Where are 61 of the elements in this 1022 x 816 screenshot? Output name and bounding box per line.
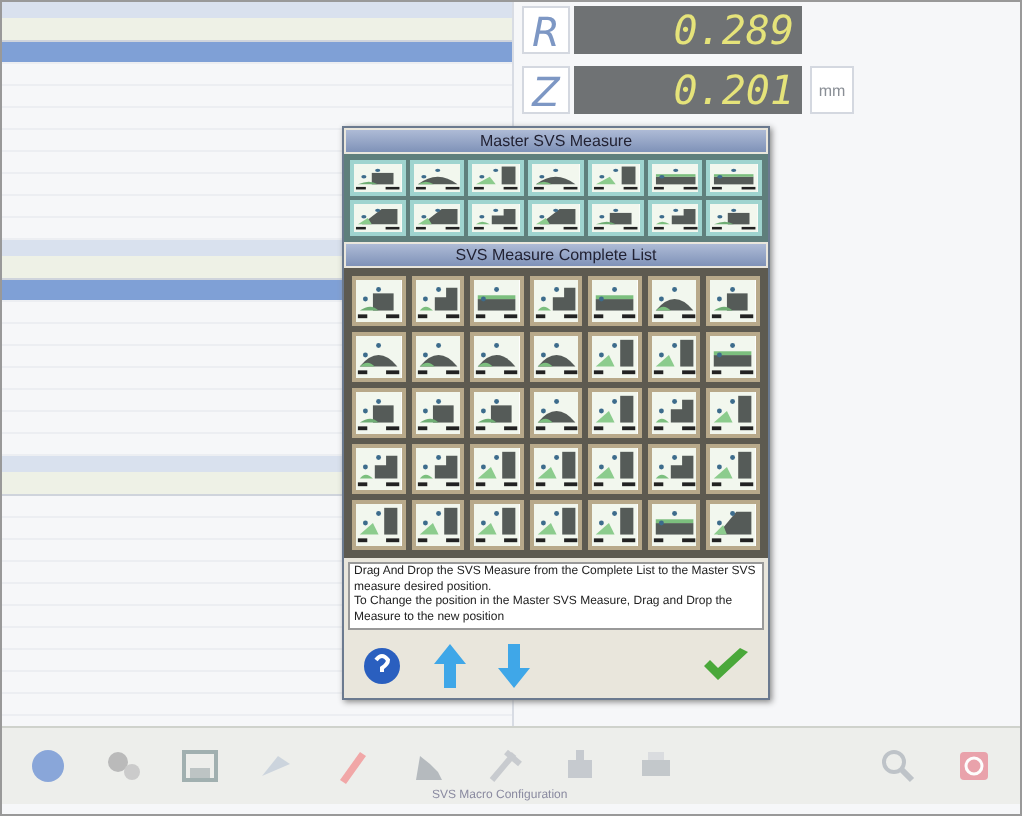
- measure-thumbnail[interactable]: [352, 388, 406, 438]
- measure-thumbnail[interactable]: [411, 332, 465, 382]
- position-readout: 0.201: [574, 66, 802, 114]
- measure-thumbnail[interactable]: [409, 160, 465, 196]
- measure-thumbnail[interactable]: [411, 500, 465, 550]
- measure-thumbnail[interactable]: [647, 332, 701, 382]
- measure-thumbnail[interactable]: [706, 200, 762, 236]
- measure-thumbnail[interactable]: [587, 160, 644, 196]
- measure-thumbnail[interactable]: [588, 444, 642, 494]
- measure-thumbnail[interactable]: [411, 388, 465, 438]
- measure-thumbnail[interactable]: [470, 500, 524, 550]
- floppy-icon: [178, 744, 222, 788]
- measure-thumbnail[interactable]: [706, 444, 760, 494]
- measure-thumbnail[interactable]: [352, 276, 406, 326]
- measure-thumbnail[interactable]: [706, 276, 760, 326]
- measure-thumbnail[interactable]: [352, 500, 406, 550]
- unit-button[interactable]: mm: [810, 66, 854, 114]
- measure-thumbnail[interactable]: [588, 388, 642, 438]
- measure-thumbnail[interactable]: [588, 500, 642, 550]
- measure-thumbnail[interactable]: [350, 160, 406, 196]
- axis-label: R: [522, 6, 570, 54]
- measure-thumbnail[interactable]: [647, 160, 703, 196]
- measure-thumbnail[interactable]: [470, 388, 524, 438]
- search-icon: [876, 744, 920, 788]
- measure-thumbnail[interactable]: [411, 444, 465, 494]
- arrow-up-icon: [432, 642, 468, 690]
- measure-thumbnail[interactable]: [528, 200, 584, 236]
- measure-thumbnail[interactable]: [529, 276, 583, 326]
- measure-thumbnail[interactable]: [706, 332, 760, 382]
- measure-thumbnail[interactable]: [587, 200, 644, 236]
- measure-thumbnail[interactable]: [352, 444, 406, 494]
- measure-thumbnail[interactable]: [647, 444, 701, 494]
- measure-thumbnail[interactable]: [470, 276, 524, 326]
- measure-thumbnail[interactable]: [706, 160, 762, 196]
- measure-thumbnail[interactable]: [529, 332, 583, 382]
- measure-thumbnail[interactable]: [529, 388, 583, 438]
- measure-thumbnail[interactable]: [352, 332, 406, 382]
- arrow-down-icon: [496, 642, 532, 690]
- measure-thumbnail[interactable]: [468, 160, 525, 196]
- measure-thumbnail[interactable]: [647, 500, 701, 550]
- axis-label: Z: [522, 66, 570, 114]
- section-title: SVS Measure Complete List: [346, 244, 766, 266]
- measure-thumbnail[interactable]: [411, 276, 465, 326]
- measure-thumbnail[interactable]: [588, 276, 642, 326]
- measure-thumbnail[interactable]: [529, 500, 583, 550]
- measure-thumbnail[interactable]: [350, 200, 406, 236]
- measure-thumbnail[interactable]: [647, 276, 701, 326]
- measure-thumbnail[interactable]: [470, 444, 524, 494]
- checkmark-icon: [700, 646, 752, 686]
- measure-thumbnail[interactable]: [647, 200, 703, 236]
- measure-thumbnail[interactable]: [647, 388, 701, 438]
- measure-thumbnail[interactable]: [468, 200, 525, 236]
- measure-thumbnail[interactable]: [529, 444, 583, 494]
- measure-thumbnail[interactable]: [470, 332, 524, 382]
- measure-thumbnail[interactable]: [706, 500, 760, 550]
- position-readout: 0.289: [574, 6, 802, 54]
- measure-thumbnail[interactable]: [706, 388, 760, 438]
- measure-thumbnail[interactable]: [588, 332, 642, 382]
- measure-thumbnail[interactable]: [409, 200, 465, 236]
- measure-thumbnail[interactable]: [528, 160, 584, 196]
- dialog-title: Master SVS Measure: [346, 130, 766, 152]
